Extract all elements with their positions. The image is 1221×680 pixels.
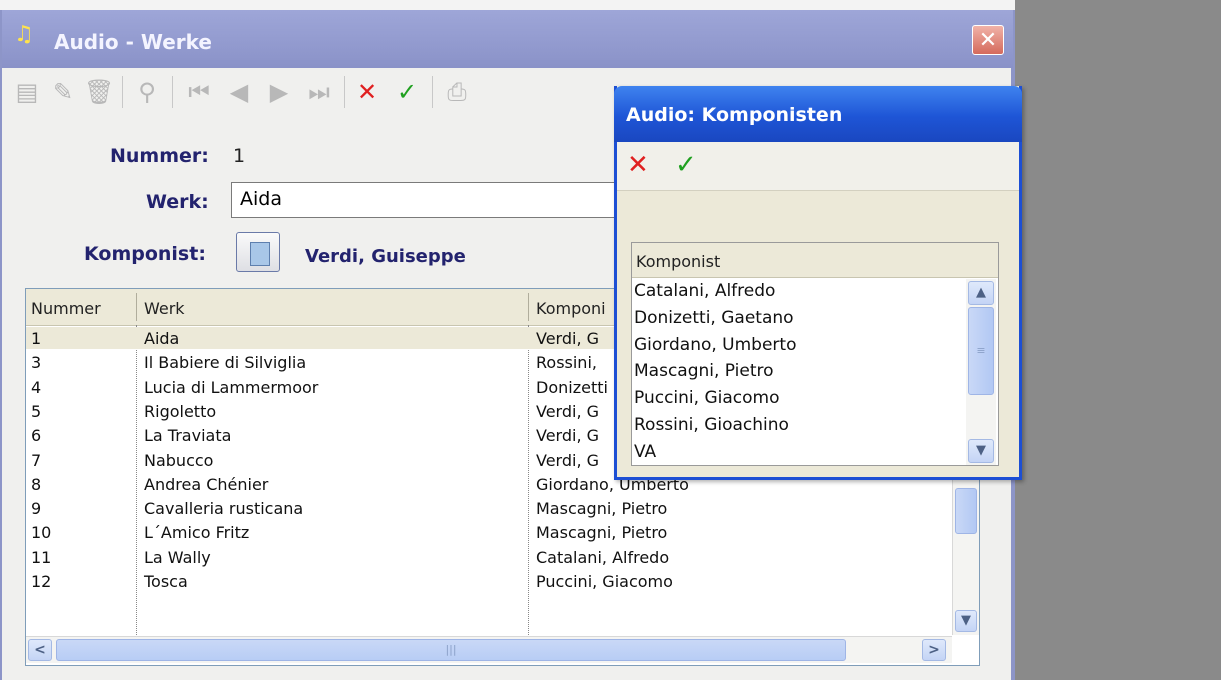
cell-nummer: 3 (31, 353, 42, 373)
cell-werk: L´Amico Fritz (144, 523, 250, 543)
cell-komponist: Verdi, G (536, 426, 600, 446)
cell-nummer: 12 (31, 572, 52, 591)
cell-nummer: 6 (31, 426, 42, 446)
komponist-value: Verdi, Guiseppe (305, 246, 466, 267)
cancel-icon[interactable]: ✕ (352, 74, 382, 110)
composer-list-icon (250, 242, 270, 266)
table-row[interactable]: 10 L´Amico Fritz Mascagni, Pietro (26, 521, 956, 543)
last-record-icon[interactable]: ⏭ (304, 74, 334, 110)
cell-nummer: 9 (31, 499, 42, 519)
werk-input[interactable]: Aida (231, 182, 651, 218)
cell-komponist: Mascagni, Pietro (536, 523, 668, 543)
scroll-up-icon[interactable]: ▲ (968, 281, 994, 305)
find-binoculars-icon[interactable]: ⚲ (132, 74, 162, 110)
komponisten-dialog: Audio: Komponisten ✕ ✓ Komponist Catalan… (614, 86, 1022, 480)
delete-trash-icon[interactable]: 🗑 (84, 74, 114, 110)
next-record-icon[interactable]: ▶ (264, 74, 294, 110)
cell-komponist: Puccini, Giacomo (536, 572, 673, 591)
list-item[interactable]: Giordano, Umberto (634, 335, 797, 362)
music-note-icon: ♫ (14, 22, 34, 47)
cell-werk: Cavalleria rusticana (144, 499, 304, 519)
dialog-confirm-check-icon[interactable]: ✓ (675, 150, 697, 180)
cell-werk: Tosca (144, 572, 188, 591)
confirm-check-icon[interactable]: ✓ (392, 74, 422, 110)
cell-werk: Aida (144, 329, 180, 348)
scroll-left-icon[interactable]: < (28, 639, 52, 661)
grid-vscroll-thumb[interactable] (955, 488, 977, 534)
close-button[interactable]: ✕ (972, 25, 1004, 55)
new-record-icon[interactable]: ▤ (12, 74, 42, 110)
print-icon[interactable]: ⎙ (442, 74, 472, 110)
grid-horizontal-scrollbar[interactable]: < ||| > (26, 636, 952, 663)
cell-werk: Rigoletto (144, 401, 217, 421)
nummer-value: 1 (233, 145, 246, 167)
window-title: Audio - Werke (54, 30, 212, 54)
scroll-right-icon[interactable]: > (922, 639, 946, 661)
cell-nummer: 4 (31, 377, 42, 397)
cell-komponist: Rossini, (536, 353, 597, 373)
komponist-label: Komponist: (84, 243, 206, 265)
desktop-background (1015, 0, 1221, 680)
nummer-label: Nummer: (110, 145, 209, 167)
cell-werk: La Traviata (144, 426, 232, 446)
komponist-list-header: Komponist (632, 243, 998, 278)
cell-komponist: Verdi, G (536, 401, 600, 421)
komponist-list-header-label: Komponist (636, 252, 721, 271)
list-item[interactable]: Puccini, Giacomo (634, 388, 779, 415)
dialog-title: Audio: Komponisten (626, 104, 843, 126)
cell-werk: Nabucco (144, 450, 214, 470)
cell-komponist: Verdi, G (536, 329, 600, 348)
cell-werk: La Wally (144, 547, 211, 567)
cell-nummer: 11 (31, 547, 52, 567)
background-strip (0, 0, 1015, 10)
list-item[interactable]: Catalani, Alfredo (634, 281, 775, 308)
column-header-werk[interactable]: Werk (144, 299, 185, 318)
close-icon: ✕ (978, 28, 998, 53)
cell-komponist: Mascagni, Pietro (536, 499, 668, 519)
grid-hscroll-thumb[interactable]: ||| (56, 639, 846, 661)
cell-nummer: 5 (31, 401, 42, 421)
komponist-select-button[interactable] (236, 232, 280, 272)
table-row[interactable]: 11 La Wally Catalani, Alfredo (26, 546, 956, 568)
scroll-down-icon[interactable]: ▼ (968, 439, 994, 463)
table-row[interactable]: 9 Cavalleria rusticana Mascagni, Pietro (26, 497, 956, 519)
komponist-list-scroll-thumb[interactable]: ≡ (968, 307, 994, 395)
cell-werk: Andrea Chénier (144, 474, 269, 494)
cell-nummer: 10 (31, 523, 52, 543)
column-header-nummer[interactable]: Nummer (31, 299, 101, 318)
list-item[interactable]: Donizetti, Gaetano (634, 308, 794, 335)
cell-nummer: 8 (31, 474, 42, 494)
komponist-list-scrollbar[interactable]: ▲ ≡ ▼ (966, 279, 996, 465)
column-header-komponist[interactable]: Komponi (536, 299, 606, 318)
previous-record-icon[interactable]: ◀ (224, 74, 254, 110)
cell-nummer: 1 (31, 329, 42, 348)
scroll-down-icon[interactable]: ▼ (955, 610, 977, 632)
dialog-titlebar: Audio: Komponisten (614, 86, 1022, 142)
table-row[interactable]: 12 Tosca Puccini, Giacomo (26, 570, 956, 592)
komponist-list: Komponist Catalani, Alfredo Donizetti, Ga… (631, 242, 999, 466)
dialog-cancel-icon[interactable]: ✕ (627, 150, 649, 180)
edit-record-icon[interactable]: ✎ (48, 74, 78, 110)
cell-komponist: Donizetti (536, 377, 608, 397)
cell-werk: Il Babiere di Silviglia (144, 353, 307, 373)
werk-label: Werk: (146, 191, 209, 213)
first-record-icon[interactable]: ⏮ (184, 74, 214, 110)
cell-werk: Lucia di Lammermoor (144, 377, 319, 397)
cell-nummer: 7 (31, 450, 42, 470)
cell-komponist: Catalani, Alfredo (536, 547, 670, 567)
dialog-toolbar: ✕ ✓ (617, 142, 1019, 191)
list-item[interactable]: Rossini, Gioachino (634, 415, 789, 442)
list-item[interactable]: Mascagni, Pietro (634, 361, 774, 388)
cell-komponist: Verdi, G (536, 450, 600, 470)
list-item[interactable]: VA (634, 442, 656, 465)
window-titlebar: ♫ Audio - Werke ✕ (2, 10, 1013, 68)
